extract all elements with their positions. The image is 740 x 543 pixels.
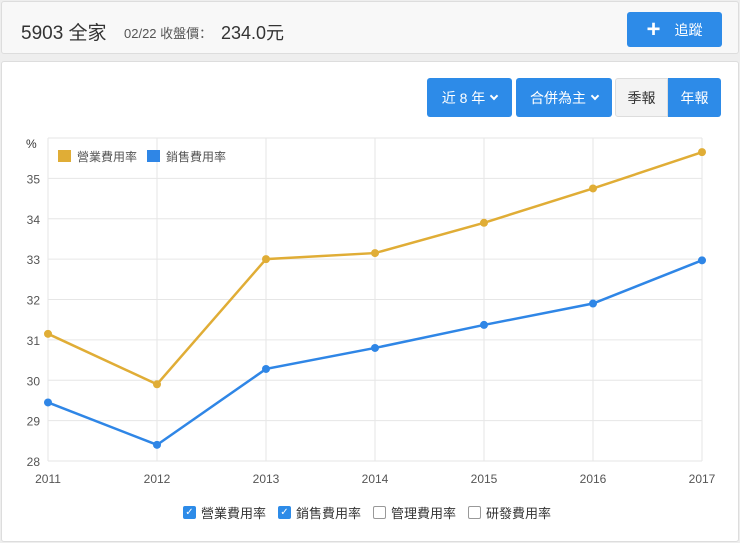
x-tick-label: 2014 (362, 472, 389, 486)
y-tick-label: 30 (27, 374, 41, 388)
legend-toggle[interactable]: 管理費用率 (373, 503, 456, 522)
y-tick-label: 34 (27, 213, 41, 227)
checkbox[interactable] (468, 506, 481, 519)
data-point (589, 299, 597, 308)
data-point (371, 343, 379, 352)
data-point (371, 249, 379, 258)
y-tick-label: 31 (27, 334, 41, 348)
legend-label: 銷售費用率 (166, 149, 226, 164)
y-tick-label: 29 (27, 415, 41, 429)
x-tick-label: 2011 (35, 472, 61, 486)
legend-label: 營業費用率 (77, 149, 137, 164)
legend-swatch (147, 150, 160, 162)
legend-swatch (58, 150, 71, 162)
data-point (44, 329, 52, 338)
data-point (153, 380, 161, 389)
legend-toggle[interactable]: 研發費用率 (468, 503, 551, 522)
legend-toggle-label: 研發費用率 (486, 506, 552, 521)
y-tick-label: 35 (27, 172, 41, 186)
x-tick-label: 2012 (144, 472, 171, 486)
x-tick-label: 2015 (471, 472, 498, 486)
y-tick-label: 32 (27, 294, 41, 308)
legend-toggle[interactable]: ✓ 營業費用率 (183, 503, 266, 522)
data-point (589, 184, 597, 193)
data-point (262, 255, 270, 264)
y-tick-label: 28 (27, 455, 41, 469)
data-point (44, 398, 52, 407)
data-point (480, 218, 488, 227)
x-tick-label: 2013 (253, 472, 280, 486)
x-tick-label: 2017 (689, 472, 716, 486)
data-point (698, 148, 706, 157)
checkbox[interactable] (373, 506, 386, 519)
line-chart: 2011 2012 2013 2014 2015 2016 2017 28 29 30 31 32 33… (26, 137, 716, 486)
data-point (698, 256, 706, 265)
legend-toggle[interactable]: ✓ 銷售費用率 (278, 503, 361, 522)
checkbox[interactable]: ✓ (278, 506, 291, 519)
x-tick-label: 2016 (580, 472, 607, 486)
checkbox[interactable]: ✓ (183, 506, 196, 519)
y-tick-label: 33 (27, 253, 41, 267)
data-point (480, 320, 488, 329)
legend-toggle-label: 銷售費用率 (296, 506, 362, 521)
y-axis-unit: % (26, 137, 37, 151)
data-point (262, 364, 270, 373)
legend-toggle-label: 營業費用率 (201, 506, 267, 521)
data-point (153, 440, 161, 449)
legend-toggle-label: 管理費用率 (391, 506, 457, 521)
